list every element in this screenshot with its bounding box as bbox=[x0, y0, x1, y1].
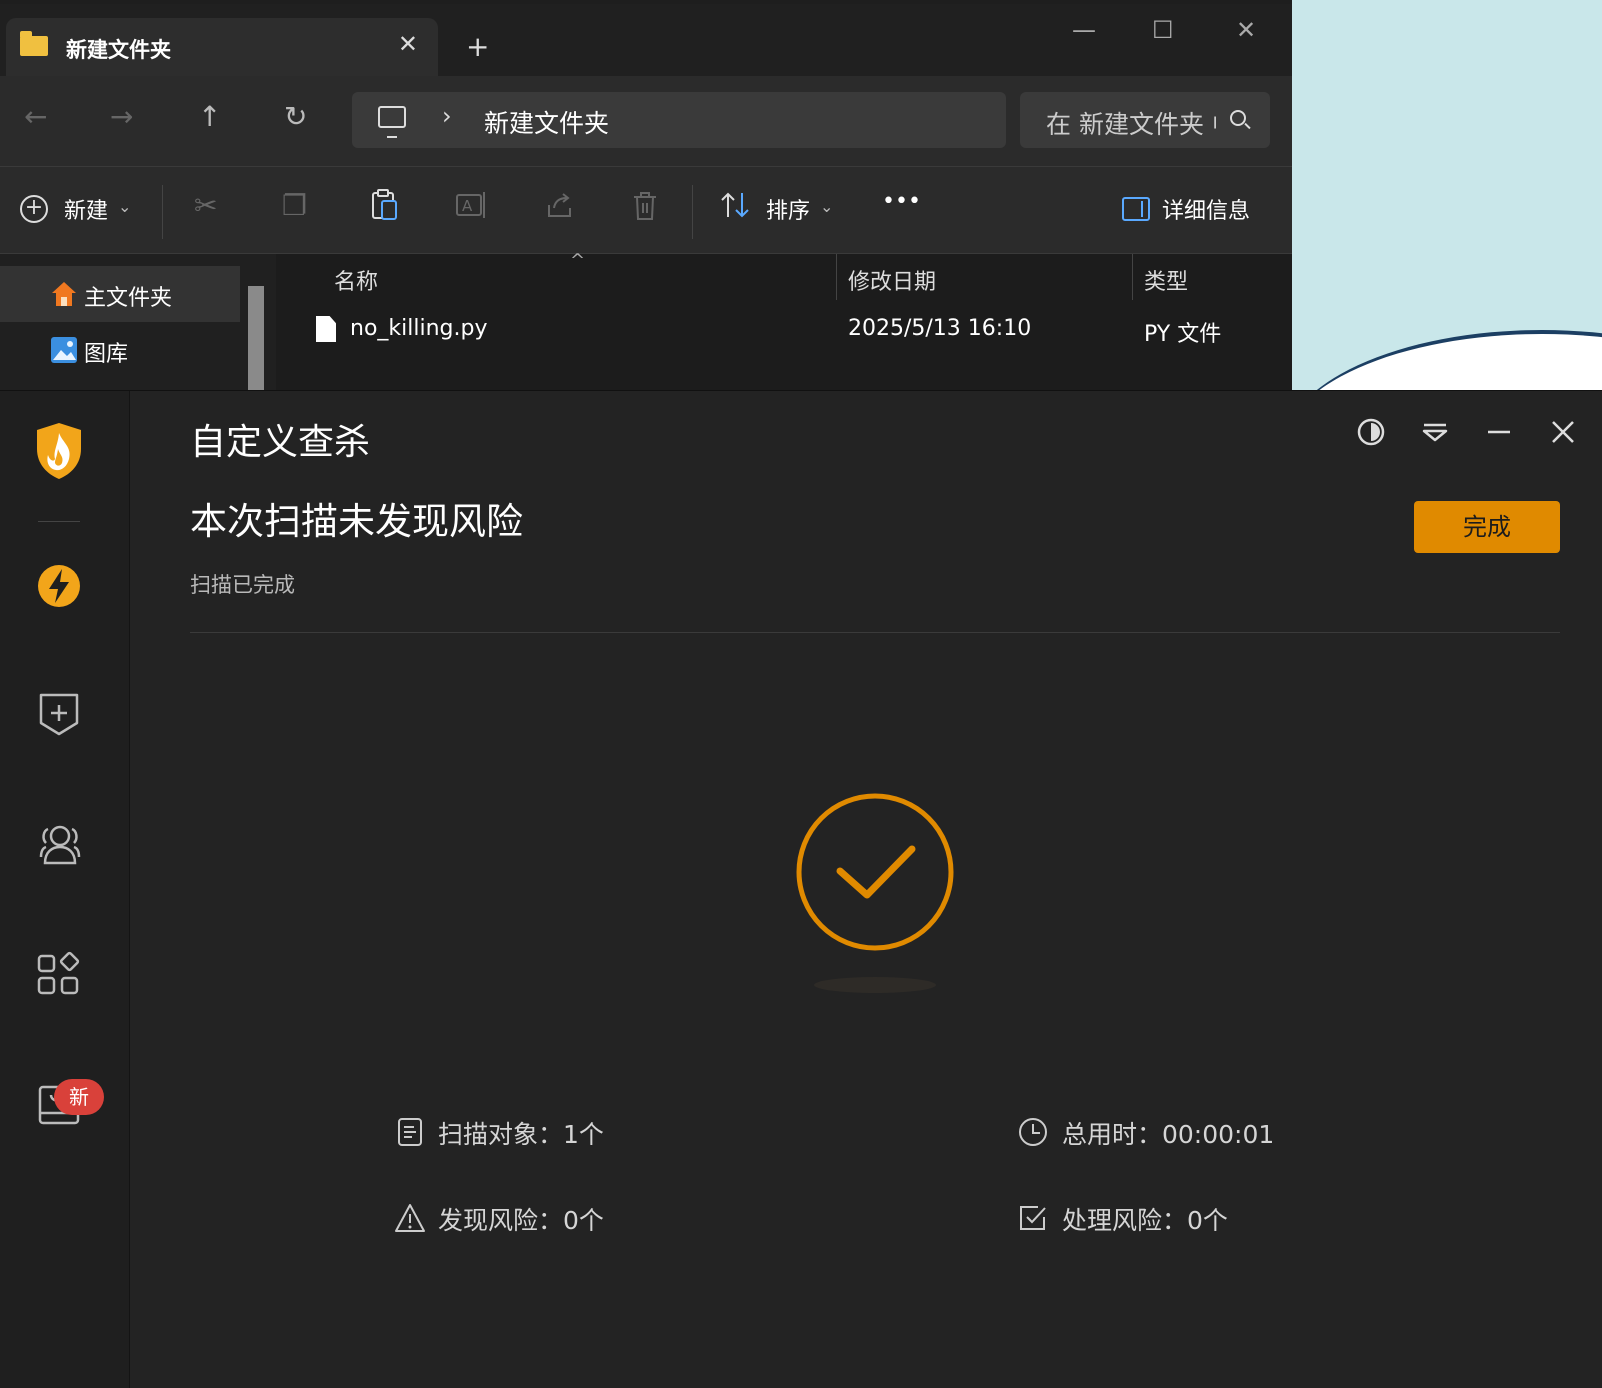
column-header-name[interactable]: 名称 bbox=[334, 264, 378, 296]
done-button[interactable]: 完成 bbox=[1414, 501, 1560, 553]
file-explorer-window: 新建文件夹 ✕ + — ☐ ✕ ← → ↑ ↻ › 新建文件夹 在 新建文件夹 … bbox=[0, 4, 1292, 390]
wallpaper-arc bbox=[1292, 330, 1602, 390]
check-shadow bbox=[814, 977, 936, 993]
file-name: no_killing.py bbox=[350, 316, 488, 341]
command-bar: + 新建 ⌄ ✂ ❐ A 排序 ⌄ ••• 详细信息 bbox=[0, 166, 1292, 254]
details-button[interactable]: 详细信息 bbox=[1162, 193, 1250, 225]
tab-title: 新建文件夹 bbox=[66, 38, 171, 62]
close-window-button[interactable]: ✕ bbox=[1236, 16, 1256, 44]
divider bbox=[162, 185, 163, 239]
stat-elapsed-time: 总用时：00:00:01 bbox=[1062, 1120, 1275, 1149]
sidebar-divider bbox=[38, 521, 80, 522]
new-button[interactable]: 新建 bbox=[64, 193, 108, 225]
nav-item-label: 图库 bbox=[84, 342, 129, 367]
sort-icon[interactable] bbox=[720, 191, 752, 225]
navigation-pane: 主文件夹 图库 bbox=[0, 254, 276, 390]
lightning-icon[interactable] bbox=[36, 563, 82, 609]
paste-icon[interactable] bbox=[370, 189, 400, 227]
desktop-wallpaper bbox=[1292, 0, 1602, 390]
stat-risks-handled: 处理风险：0个 bbox=[1062, 1206, 1228, 1235]
tab-close-icon[interactable]: ✕ bbox=[398, 30, 418, 58]
sort-chevron-icon[interactable]: ⌄ bbox=[820, 197, 833, 216]
checkbox-icon bbox=[1018, 1203, 1048, 1237]
explorer-navbar: ← → ↑ ↻ › 新建文件夹 在 新建文件夹 中搜索 bbox=[0, 76, 1292, 166]
file-modified: 2025/5/13 16:10 bbox=[848, 316, 1032, 341]
app-close-icon[interactable] bbox=[1548, 417, 1578, 451]
file-type: PY 文件 bbox=[1144, 322, 1222, 347]
refresh-button[interactable]: ↻ bbox=[284, 100, 307, 133]
file-row[interactable]: no_killing.py 2025/5/13 16:10 PY 文件 bbox=[300, 308, 1280, 352]
users-icon[interactable] bbox=[36, 821, 82, 867]
share-icon[interactable] bbox=[546, 191, 574, 226]
nav-item-home[interactable]: 主文件夹 bbox=[0, 266, 240, 322]
back-button[interactable]: ← bbox=[24, 100, 47, 133]
explorer-body: 主文件夹 图库 ^ 名称 修改日期 类型 no_killing.py 2025/ bbox=[0, 250, 1292, 390]
column-divider[interactable] bbox=[1132, 254, 1133, 300]
folder-icon bbox=[20, 31, 48, 56]
screen: 新建文件夹 ✕ + — ☐ ✕ ← → ↑ ↻ › 新建文件夹 在 新建文件夹 … bbox=[0, 0, 1602, 1388]
new-tab-button[interactable]: + bbox=[466, 30, 489, 63]
forward-button[interactable]: → bbox=[110, 100, 133, 133]
app-sidebar: 新 bbox=[0, 391, 130, 1388]
clock-icon bbox=[1018, 1117, 1048, 1151]
sort-button[interactable]: 排序 bbox=[766, 193, 810, 225]
shield-plus-icon[interactable] bbox=[36, 691, 82, 737]
details-pane-icon[interactable] bbox=[1122, 197, 1150, 221]
divider bbox=[190, 632, 1560, 633]
file-icon bbox=[316, 316, 336, 342]
warning-icon bbox=[394, 1203, 426, 1237]
search-placeholder: 在 新建文件夹 中搜索 bbox=[1046, 110, 1216, 139]
breadcrumb-chevron-icon[interactable]: › bbox=[442, 102, 452, 130]
breadcrumb-current-folder[interactable]: 新建文件夹 bbox=[484, 104, 609, 140]
app-logo-icon bbox=[34, 421, 84, 481]
search-icon[interactable] bbox=[1230, 110, 1246, 126]
cut-icon[interactable]: ✂ bbox=[194, 189, 217, 222]
home-icon bbox=[50, 280, 78, 308]
nav-scrollbar[interactable] bbox=[248, 286, 264, 390]
column-divider[interactable] bbox=[836, 254, 837, 300]
explorer-titlebar: 新建文件夹 ✕ + — ☐ ✕ bbox=[0, 4, 1292, 76]
document-icon bbox=[396, 1117, 424, 1151]
apps-grid-icon[interactable] bbox=[36, 951, 82, 997]
address-bar[interactable]: › 新建文件夹 bbox=[352, 92, 1006, 148]
gallery-icon bbox=[50, 336, 78, 364]
success-check-icon bbox=[794, 791, 956, 953]
new-badge: 新 bbox=[54, 1079, 104, 1115]
theme-toggle-icon[interactable] bbox=[1356, 417, 1386, 451]
app-title: 自定义查杀 bbox=[190, 422, 371, 463]
security-app-window: 新 自定义查杀 本次扫描未发现风险 扫描已完成 完成 扫描对象：1个 总用时：0… bbox=[0, 390, 1602, 1388]
scan-result-headline: 本次扫描未发现风险 bbox=[190, 500, 523, 543]
divider bbox=[692, 185, 693, 239]
column-header-type[interactable]: 类型 bbox=[1144, 264, 1188, 296]
nav-item-gallery[interactable]: 图库 bbox=[0, 322, 240, 378]
nav-item-label: 主文件夹 bbox=[84, 286, 173, 311]
this-pc-icon[interactable] bbox=[378, 106, 406, 138]
copy-icon[interactable]: ❐ bbox=[282, 189, 307, 222]
menu-dropdown-icon[interactable] bbox=[1420, 417, 1450, 451]
new-chevron-icon[interactable]: ⌄ bbox=[118, 197, 131, 216]
rename-icon[interactable]: A bbox=[456, 191, 488, 226]
column-header-modified[interactable]: 修改日期 bbox=[848, 264, 936, 296]
new-icon[interactable]: + bbox=[20, 195, 48, 223]
tab-current-folder[interactable]: 新建文件夹 ✕ bbox=[6, 18, 438, 76]
search-input[interactable]: 在 新建文件夹 中搜索 bbox=[1020, 92, 1270, 148]
minimize-button[interactable]: — bbox=[1072, 16, 1096, 44]
app-minimize-icon[interactable] bbox=[1484, 417, 1514, 451]
scan-status-text: 扫描已完成 bbox=[190, 573, 295, 597]
up-button[interactable]: ↑ bbox=[198, 100, 221, 133]
stat-risks-found: 发现风险：0个 bbox=[438, 1206, 604, 1235]
stat-scanned-objects: 扫描对象：1个 bbox=[438, 1120, 604, 1149]
sort-caret-icon: ^ bbox=[570, 250, 586, 271]
maximize-button[interactable]: ☐ bbox=[1152, 16, 1174, 44]
delete-icon[interactable] bbox=[632, 191, 658, 228]
more-options-button[interactable]: ••• bbox=[882, 189, 921, 214]
svg-text:A: A bbox=[462, 197, 473, 215]
